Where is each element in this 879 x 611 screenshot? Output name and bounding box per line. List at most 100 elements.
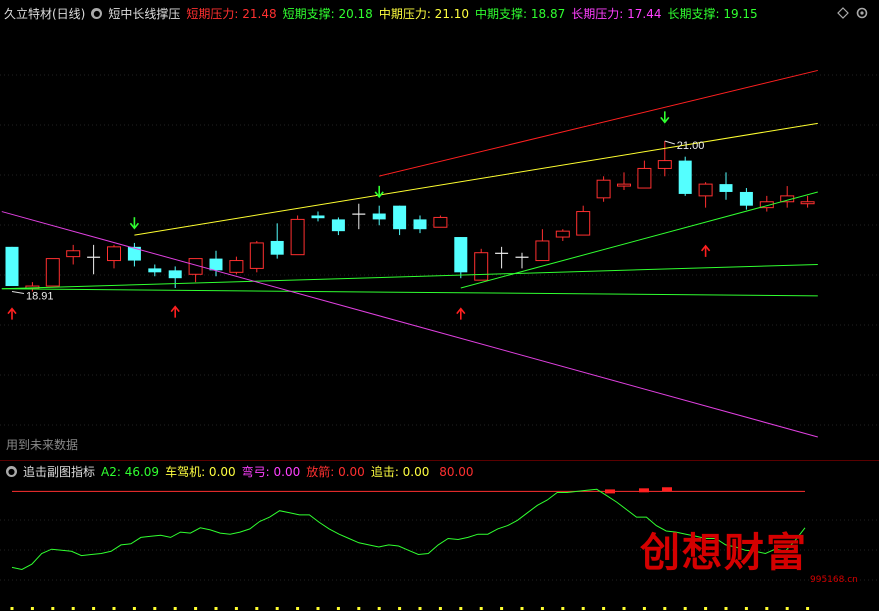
candle-39 (800, 195, 815, 208)
baseline-dot (642, 607, 646, 610)
indicator-name[interactable]: 短中长线撑压 (108, 5, 180, 22)
candle-body (515, 256, 529, 258)
candle-17 (352, 203, 366, 230)
baseline-dot (581, 607, 585, 610)
baseline-dot (806, 607, 810, 610)
baseline-dot (377, 607, 381, 610)
candle-body (249, 242, 264, 269)
signal-marker-2 (662, 487, 672, 492)
indicator-values: 短期压力: 21.48 短期支撑: 20.18 中期压力: 21.10 中期支撑: 1… (186, 5, 763, 22)
baseline-dot (438, 607, 442, 610)
baseline-dot (459, 607, 463, 610)
settings-icon[interactable] (855, 6, 869, 20)
sub-indicator-values: A2: 46.09 车驾机: 0.00 弯弓: 0.00 放箭: 0.00 追击: 0.… (101, 463, 480, 480)
candle-37 (759, 195, 774, 212)
sell-signal-arrow-icon (129, 217, 140, 230)
candle-body (617, 183, 631, 187)
main-header-item-2: 中期压力: 21.10 (378, 6, 470, 21)
diamond-icon[interactable] (837, 7, 849, 19)
baseline-dot (316, 607, 320, 610)
baseline-dot (663, 607, 667, 610)
sub-header-item-2: 弯弓: 0.00 (241, 464, 301, 479)
candle-35 (719, 172, 733, 200)
panel-divider (0, 460, 879, 461)
baseline-dot (112, 607, 116, 610)
baseline-dot (561, 607, 565, 610)
candle-body (576, 211, 591, 236)
candle-20 (413, 215, 427, 234)
baseline-dot (500, 607, 504, 610)
pointer-line (11, 291, 25, 295)
candle-33 (678, 156, 692, 196)
long-pressure-line (1, 211, 818, 438)
candle-28 (576, 205, 591, 236)
baseline-dot (255, 607, 259, 610)
candle-body (168, 270, 182, 279)
baseline-dot (30, 607, 34, 610)
candle-body (637, 167, 652, 189)
baseline-dot (71, 607, 75, 610)
high-price-annotation: 21.00 (664, 140, 704, 152)
low-price-label: 18.91 (26, 291, 54, 303)
baseline-dot (540, 607, 544, 610)
indicator-toggle-icon[interactable]: ● (91, 7, 103, 19)
candle-body (596, 179, 611, 199)
sub-chart-header: ● 追击副图指标 A2: 46.09 车驾机: 0.00 弯弓: 0.00 放箭: 0… (0, 462, 486, 480)
baseline-dot (704, 607, 708, 610)
candle-15 (311, 211, 325, 222)
main-header-item-0: 短期压力: 21.48 (186, 6, 277, 21)
candle-12 (249, 240, 264, 273)
baseline-dot (51, 607, 55, 610)
candle-body (87, 256, 101, 258)
sub-indicator-name[interactable]: 追击副图指标 (23, 463, 95, 480)
signal-marker-0 (605, 489, 615, 494)
sub-header-item-0: A2: 46.09 (101, 464, 160, 479)
buy-signal-arrow-icon (170, 305, 180, 318)
candle-9 (188, 258, 203, 283)
mid-pressure-line (134, 122, 818, 236)
sub-header-item-4: 追击: 0.00 (370, 464, 430, 479)
candle-body (45, 258, 60, 287)
sell-signal-arrow-icon (660, 111, 670, 124)
baseline-dot (153, 607, 157, 610)
candle-3 (66, 244, 81, 265)
candle-38 (780, 186, 795, 208)
candle-22 (454, 237, 468, 279)
short-pressure-line (379, 69, 818, 177)
baseline-dot (132, 607, 136, 610)
candle-16 (331, 217, 345, 236)
candle-body (657, 160, 672, 169)
pointer-line (664, 140, 675, 145)
candle-27 (555, 229, 570, 241)
long-support-line (1, 263, 818, 290)
baseline-dot (479, 607, 483, 610)
candle-21 (433, 215, 448, 228)
candle-body (555, 230, 570, 238)
watermark-url: 995168.cn (810, 575, 858, 585)
main-header-item-3: 中期支撑: 18.87 (475, 6, 566, 21)
main-candlestick-chart[interactable]: 21.00 18.91 (0, 22, 879, 460)
candle-24 (495, 246, 509, 269)
buy-signal-arrow-icon (7, 307, 17, 320)
candle-32 (657, 141, 672, 177)
watermark-logo: 创想财富 (640, 529, 808, 576)
baseline-dot (336, 607, 340, 610)
candle-body (66, 250, 81, 258)
sub-header-item-1: 车驾机: 0.00 (165, 464, 236, 479)
candle-body (413, 219, 427, 230)
sub-indicator-toggle-icon[interactable]: ● (6, 465, 17, 477)
candle-36 (739, 188, 753, 210)
candle-body (454, 237, 468, 273)
candle-body (535, 240, 550, 262)
baseline-dot (765, 607, 769, 610)
candle-23 (474, 248, 489, 281)
candle-body (495, 252, 509, 254)
buy-signal-arrow-icon (700, 244, 711, 257)
stock-title: 久立特材(日线) (4, 6, 86, 21)
baseline-dot (622, 607, 626, 610)
baseline-dot (173, 607, 177, 610)
candle-body (474, 252, 489, 281)
candle-31 (637, 160, 652, 189)
main-header-item-5: 长期支撑: 19.15 (667, 6, 758, 21)
candle-body (433, 216, 448, 228)
